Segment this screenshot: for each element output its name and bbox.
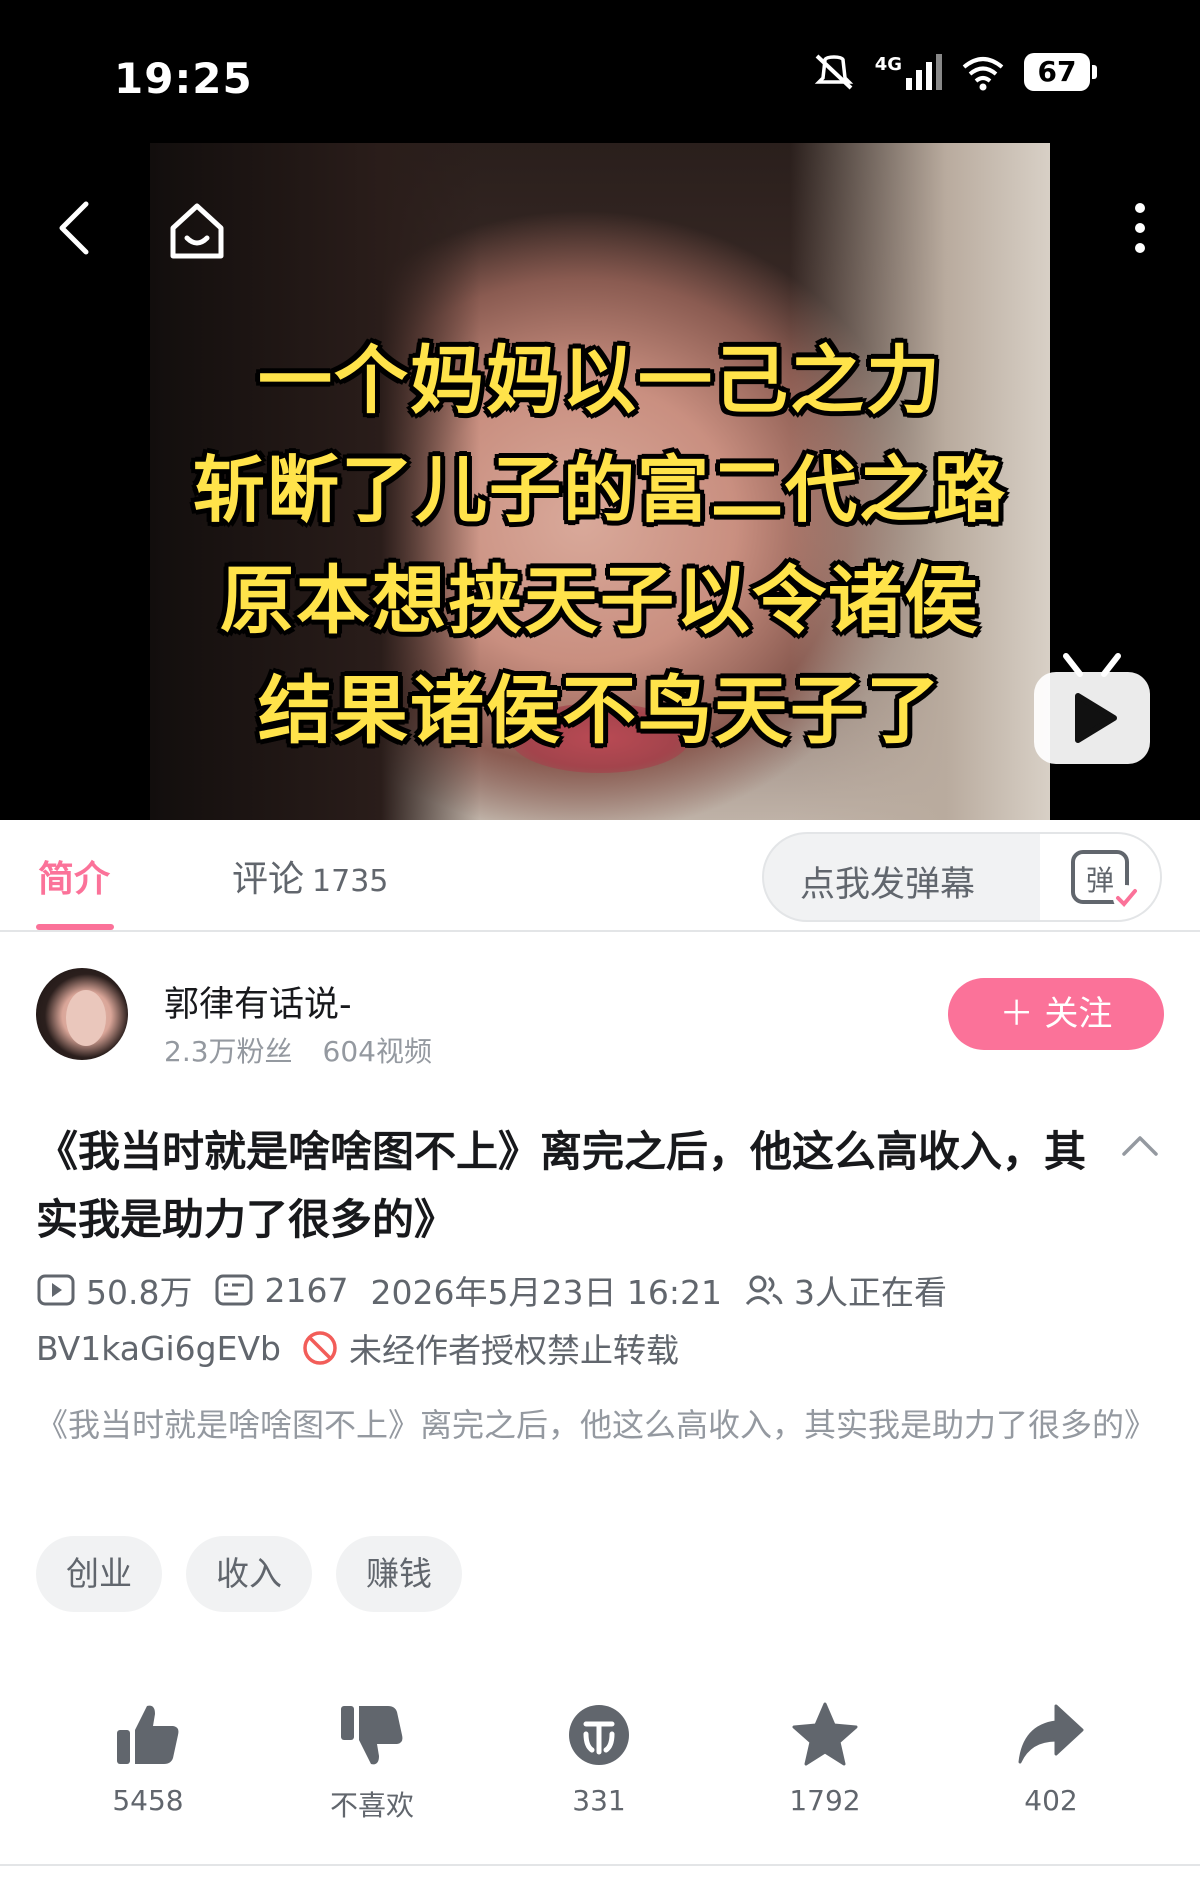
battery-indicator: 67 <box>1024 53 1097 91</box>
like-button[interactable]: 5458 <box>58 1700 238 1817</box>
danmaku-icon-char: 弹 <box>1086 864 1114 897</box>
video-caption-line: 一个妈妈以一己之力 <box>258 338 942 424</box>
copyright-notice: 未经作者授权禁止转载 <box>349 1331 680 1370</box>
tab-intro[interactable]: 简介 <box>38 850 110 902</box>
danmaku-icon: 弹 <box>1071 850 1139 911</box>
favorite-button[interactable]: 1792 <box>735 1700 915 1817</box>
favorite-count: 1792 <box>789 1784 861 1817</box>
video-description: 《我当时就是啥啥图不上》离完之后，他这么高收入，其实我是助力了很多的》 <box>36 1406 1157 1444</box>
home-icon[interactable] <box>165 198 229 262</box>
like-count: 5458 <box>112 1784 184 1817</box>
coin-icon <box>569 1705 629 1765</box>
uploader-name[interactable]: 郭律有话说- <box>164 976 352 1027</box>
video-caption-line: 结果诸侯不鸟天子了 <box>258 668 942 754</box>
tag-item[interactable]: 赚钱 <box>336 1536 462 1612</box>
watching-now: 3人正在看 <box>744 1266 947 1314</box>
danmaku-count-value: 2167 <box>264 1270 349 1310</box>
video-title: 《我当时就是啥啥图不上》离完之后，他这么高收入，其实我是助力了很多的》 <box>36 1127 1087 1244</box>
dislike-button[interactable]: 不喜欢 <box>282 1700 462 1824</box>
share-button[interactable]: 402 <box>961 1700 1141 1817</box>
uploader-followers: 2.3万粉丝 <box>164 1035 293 1068</box>
action-bar: 5458 不喜欢 331 1792 402 <box>0 1700 1200 1850</box>
watching-now-value: 3人正在看 <box>794 1273 948 1312</box>
video-meta-line: 50.8万 2167 2026年5月23日 16:21 3人正在看 <box>36 1266 969 1314</box>
thumbs-up-icon <box>117 1705 179 1764</box>
coin-button[interactable]: 331 <box>509 1700 689 1817</box>
tag-item[interactable]: 收入 <box>186 1536 312 1612</box>
no-repost-icon <box>303 1331 337 1365</box>
danmaku-placeholder: 点我发弹幕 <box>800 865 976 905</box>
network-4g-icon: 4G <box>875 54 942 90</box>
video-player[interactable]: 一个妈妈以一己之力 斩断了儿子的富二代之路 原本想挟天子以令诸侯 结果诸侯不鸟天… <box>150 143 1050 820</box>
tag-list: 创业 收入 赚钱 <box>36 1536 462 1612</box>
uploader-stats: 2.3万粉丝 604视频 <box>164 1030 432 1070</box>
tab-active-indicator <box>36 924 114 930</box>
publish-time: 2026年5月23日 16:21 <box>370 1273 723 1312</box>
video-caption-line: 原本想挟天子以令诸侯 <box>220 558 980 644</box>
divider <box>0 1864 1200 1866</box>
tab-comments-label: 评论 <box>232 859 305 900</box>
people-icon <box>745 1275 783 1306</box>
mute-icon <box>814 54 853 90</box>
back-arrow-icon[interactable] <box>50 198 100 258</box>
follow-button[interactable]: ＋ 关注 <box>948 978 1164 1050</box>
play-count-icon <box>37 1274 75 1306</box>
chevron-up-icon[interactable] <box>1120 1130 1160 1160</box>
status-time: 19:25 <box>114 54 253 103</box>
uploader-avatar[interactable] <box>36 968 128 1060</box>
coin-count: 331 <box>572 1784 626 1817</box>
play-icon[interactable] <box>1030 652 1154 768</box>
danmaku-toggle-button[interactable]: 弹 <box>1040 834 1160 920</box>
status-icons: 4G 67 <box>811 52 1097 92</box>
uploader-video-count: 604视频 <box>322 1035 432 1068</box>
danmaku-input[interactable]: 点我发弹幕 弹 <box>762 832 1162 922</box>
star-icon <box>792 1702 858 1766</box>
status-bar: 19:25 4G 67 <box>0 0 1200 140</box>
tag-item[interactable]: 创业 <box>36 1536 162 1612</box>
wifi-icon <box>962 57 1004 91</box>
dislike-label: 不喜欢 <box>329 1789 414 1822</box>
tab-comments[interactable]: 评论 1735 <box>232 850 388 902</box>
danmaku-count: 2167 <box>214 1271 348 1310</box>
video-meta-line-2: BV1kaGi6gEVb 未经作者授权禁止转载 <box>36 1324 679 1372</box>
more-options-icon[interactable] <box>1125 198 1155 258</box>
detail-tab-bar: 简介 评论 1735 点我发弹幕 弹 <box>0 820 1200 932</box>
network-type-label: 4G <box>874 54 902 75</box>
thumbs-down-icon <box>341 1706 403 1765</box>
share-count: 402 <box>1024 1784 1078 1817</box>
video-caption-line: 斩断了儿子的富二代之路 <box>192 448 1007 532</box>
view-count: 50.8万 <box>36 1266 192 1314</box>
video-bvid[interactable]: BV1kaGi6gEVb <box>36 1329 281 1368</box>
tab-comments-count: 1735 <box>312 864 389 899</box>
danmaku-count-icon <box>215 1274 253 1306</box>
share-arrow-icon <box>1018 1704 1084 1764</box>
avatar-face <box>66 990 106 1046</box>
view-count-value: 50.8万 <box>86 1273 193 1312</box>
